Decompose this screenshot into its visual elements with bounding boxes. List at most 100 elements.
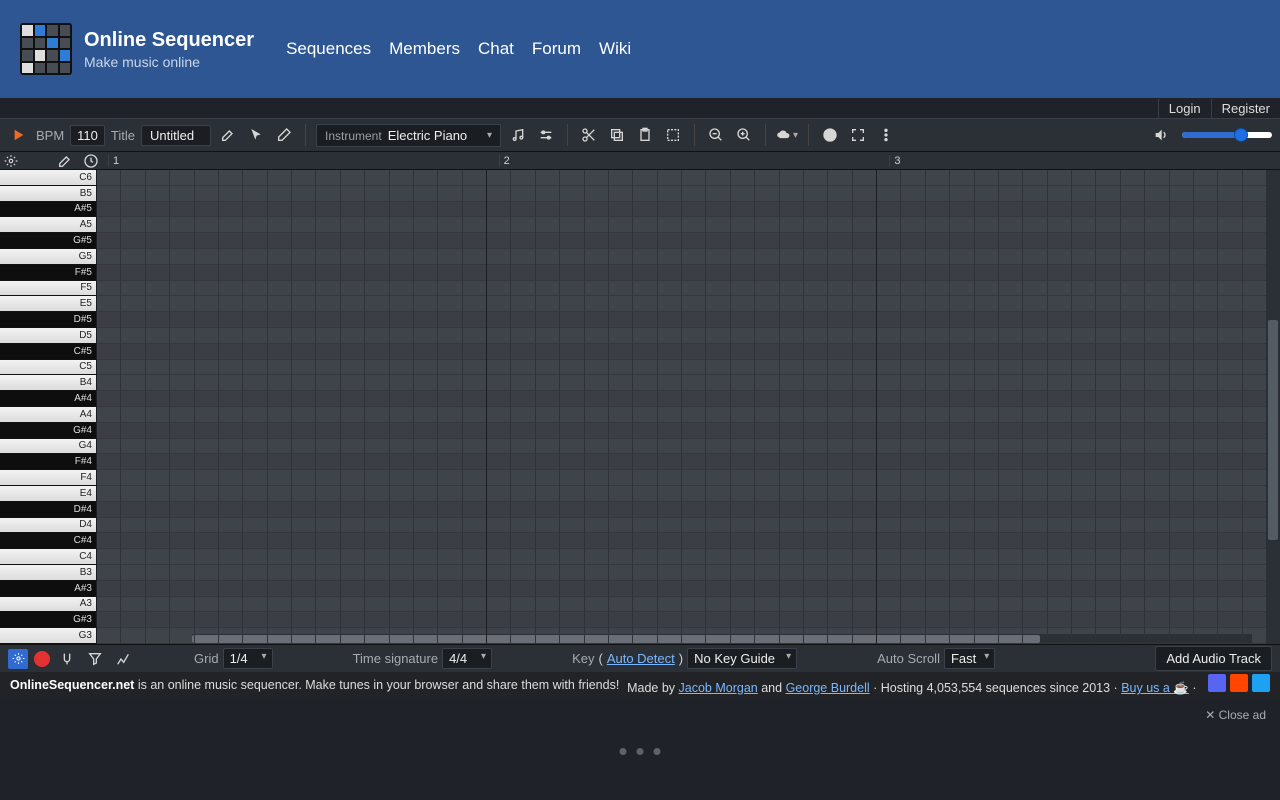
autoscroll-select[interactable]: Fast xyxy=(944,648,995,669)
key-G5[interactable]: G5 xyxy=(0,249,96,265)
measure-1: 1 xyxy=(108,155,499,167)
key-G4[interactable]: G4 xyxy=(0,439,96,455)
key-Asharp3[interactable]: A#3 xyxy=(0,581,96,597)
register-link[interactable]: Register xyxy=(1211,99,1280,118)
settings-icon[interactable] xyxy=(8,649,28,669)
piano-keys[interactable]: C6B5A#5A5G#5G5F#5F5E5D#5D5C#5C5B4A#4A4G#… xyxy=(0,170,96,644)
loading-dots-icon xyxy=(620,748,661,755)
stats-icon[interactable] xyxy=(112,648,134,670)
play-button[interactable] xyxy=(8,124,30,146)
key-Csharp5[interactable]: C#5 xyxy=(0,344,96,360)
add-audio-button[interactable]: Add Audio Track xyxy=(1155,646,1272,671)
ruler[interactable]: 1 2 3 xyxy=(108,155,1280,167)
note-grid[interactable] xyxy=(96,170,1266,644)
key-C4[interactable]: C4 xyxy=(0,549,96,565)
buy-coffee-link[interactable]: Buy us a ☕ xyxy=(1121,681,1189,695)
key-Gsharp3[interactable]: G#3 xyxy=(0,612,96,628)
key-Dsharp5[interactable]: D#5 xyxy=(0,312,96,328)
record-button[interactable] xyxy=(34,651,50,667)
key-A5[interactable]: A5 xyxy=(0,217,96,233)
select-icon[interactable] xyxy=(662,124,684,146)
measure-3: 3 xyxy=(889,155,1280,167)
key-Fsharp4[interactable]: F#4 xyxy=(0,454,96,470)
reddit-icon[interactable] xyxy=(1230,674,1248,692)
paste-icon[interactable] xyxy=(634,124,656,146)
ruler-bar: 1 2 3 xyxy=(0,152,1280,170)
toolbar: BPM 110 Title Untitled InstrumentElectri… xyxy=(0,118,1280,152)
fullscreen-icon[interactable] xyxy=(847,124,869,146)
george-link[interactable]: George Burdell xyxy=(786,681,870,695)
bpm-label: BPM xyxy=(36,128,64,143)
key-A4[interactable]: A4 xyxy=(0,407,96,423)
more-icon[interactable] xyxy=(875,124,897,146)
bpm-input[interactable]: 110 xyxy=(70,125,105,146)
grid-select[interactable]: 1/4 xyxy=(223,648,273,669)
help-icon[interactable]: ? xyxy=(819,124,841,146)
volume-slider[interactable] xyxy=(1182,132,1272,138)
key-F4[interactable]: F4 xyxy=(0,470,96,486)
gear-icon[interactable] xyxy=(4,150,18,172)
timesig-select[interactable]: 4/4 xyxy=(442,648,492,669)
key-F5[interactable]: F5 xyxy=(0,281,96,297)
instrument-select[interactable]: InstrumentElectric Piano ▾ xyxy=(316,124,501,147)
zoom-out-icon[interactable] xyxy=(705,124,727,146)
key-Asharp5[interactable]: A#5 xyxy=(0,202,96,218)
key-select[interactable]: No Key Guide xyxy=(687,648,797,669)
filter-icon[interactable] xyxy=(84,648,106,670)
notes-icon[interactable] xyxy=(507,124,529,146)
twitter-icon[interactable] xyxy=(1252,674,1270,692)
eraser-icon[interactable] xyxy=(273,124,295,146)
nav-chat[interactable]: Chat xyxy=(478,39,514,59)
key-E4[interactable]: E4 xyxy=(0,486,96,502)
auto-detect-link[interactable]: Auto Detect xyxy=(607,651,675,666)
jacob-link[interactable]: Jacob Morgan xyxy=(679,681,758,695)
edit-icon[interactable] xyxy=(217,124,239,146)
timesig-label: Time signature xyxy=(353,651,439,666)
footer: OnlineSequencer.net is an online music s… xyxy=(0,672,1280,698)
key-D5[interactable]: D5 xyxy=(0,328,96,344)
measure-2: 2 xyxy=(499,155,890,167)
app-title: Online Sequencer xyxy=(84,29,254,52)
cut-icon[interactable] xyxy=(578,124,600,146)
pencil-icon[interactable] xyxy=(54,150,76,172)
key-E5[interactable]: E5 xyxy=(0,296,96,312)
grid-label: Grid xyxy=(194,651,219,666)
key-B3[interactable]: B3 xyxy=(0,565,96,581)
key-C5[interactable]: C5 xyxy=(0,360,96,376)
vertical-scrollbar[interactable] xyxy=(1266,170,1280,644)
clock-icon[interactable] xyxy=(80,150,102,172)
key-C6[interactable]: C6 xyxy=(0,170,96,186)
key-D4[interactable]: D4 xyxy=(0,518,96,534)
auth-bar: Login Register xyxy=(0,98,1280,118)
zoom-in-icon[interactable] xyxy=(733,124,755,146)
piano-roll: C6B5A#5A5G#5G5F#5F5E5D#5D5C#5C5B4A#4A4G#… xyxy=(0,170,1280,644)
sliders-icon[interactable] xyxy=(535,124,557,146)
discord-icon[interactable] xyxy=(1208,674,1226,692)
key-Csharp4[interactable]: C#4 xyxy=(0,533,96,549)
key-label: Key xyxy=(572,651,594,666)
key-Fsharp5[interactable]: F#5 xyxy=(0,265,96,281)
key-B5[interactable]: B5 xyxy=(0,186,96,202)
login-link[interactable]: Login xyxy=(1158,99,1211,118)
header: Online Sequencer Make music online Seque… xyxy=(0,0,1280,98)
key-Dsharp4[interactable]: D#4 xyxy=(0,502,96,518)
nav-forum[interactable]: Forum xyxy=(532,39,581,59)
volume-icon[interactable] xyxy=(1150,124,1172,146)
key-G3[interactable]: G3 xyxy=(0,628,96,644)
key-B4[interactable]: B4 xyxy=(0,375,96,391)
copy-icon[interactable] xyxy=(606,124,628,146)
key-A3[interactable]: A3 xyxy=(0,597,96,613)
key-Gsharp5[interactable]: G#5 xyxy=(0,233,96,249)
title-input[interactable]: Untitled xyxy=(141,125,211,146)
cloud-save-icon[interactable]: ▾ xyxy=(776,124,798,146)
close-ad-button[interactable]: ✕ Close ad xyxy=(1205,708,1266,722)
pointer-icon[interactable] xyxy=(245,124,267,146)
tuning-fork-icon[interactable] xyxy=(56,648,78,670)
nav-wiki[interactable]: Wiki xyxy=(599,39,631,59)
logo-block[interactable]: Online Sequencer Make music online xyxy=(0,0,272,98)
nav-sequences[interactable]: Sequences xyxy=(286,39,371,59)
nav-members[interactable]: Members xyxy=(389,39,460,59)
key-Asharp4[interactable]: A#4 xyxy=(0,391,96,407)
logo-icon xyxy=(20,23,72,75)
key-Gsharp4[interactable]: G#4 xyxy=(0,423,96,439)
